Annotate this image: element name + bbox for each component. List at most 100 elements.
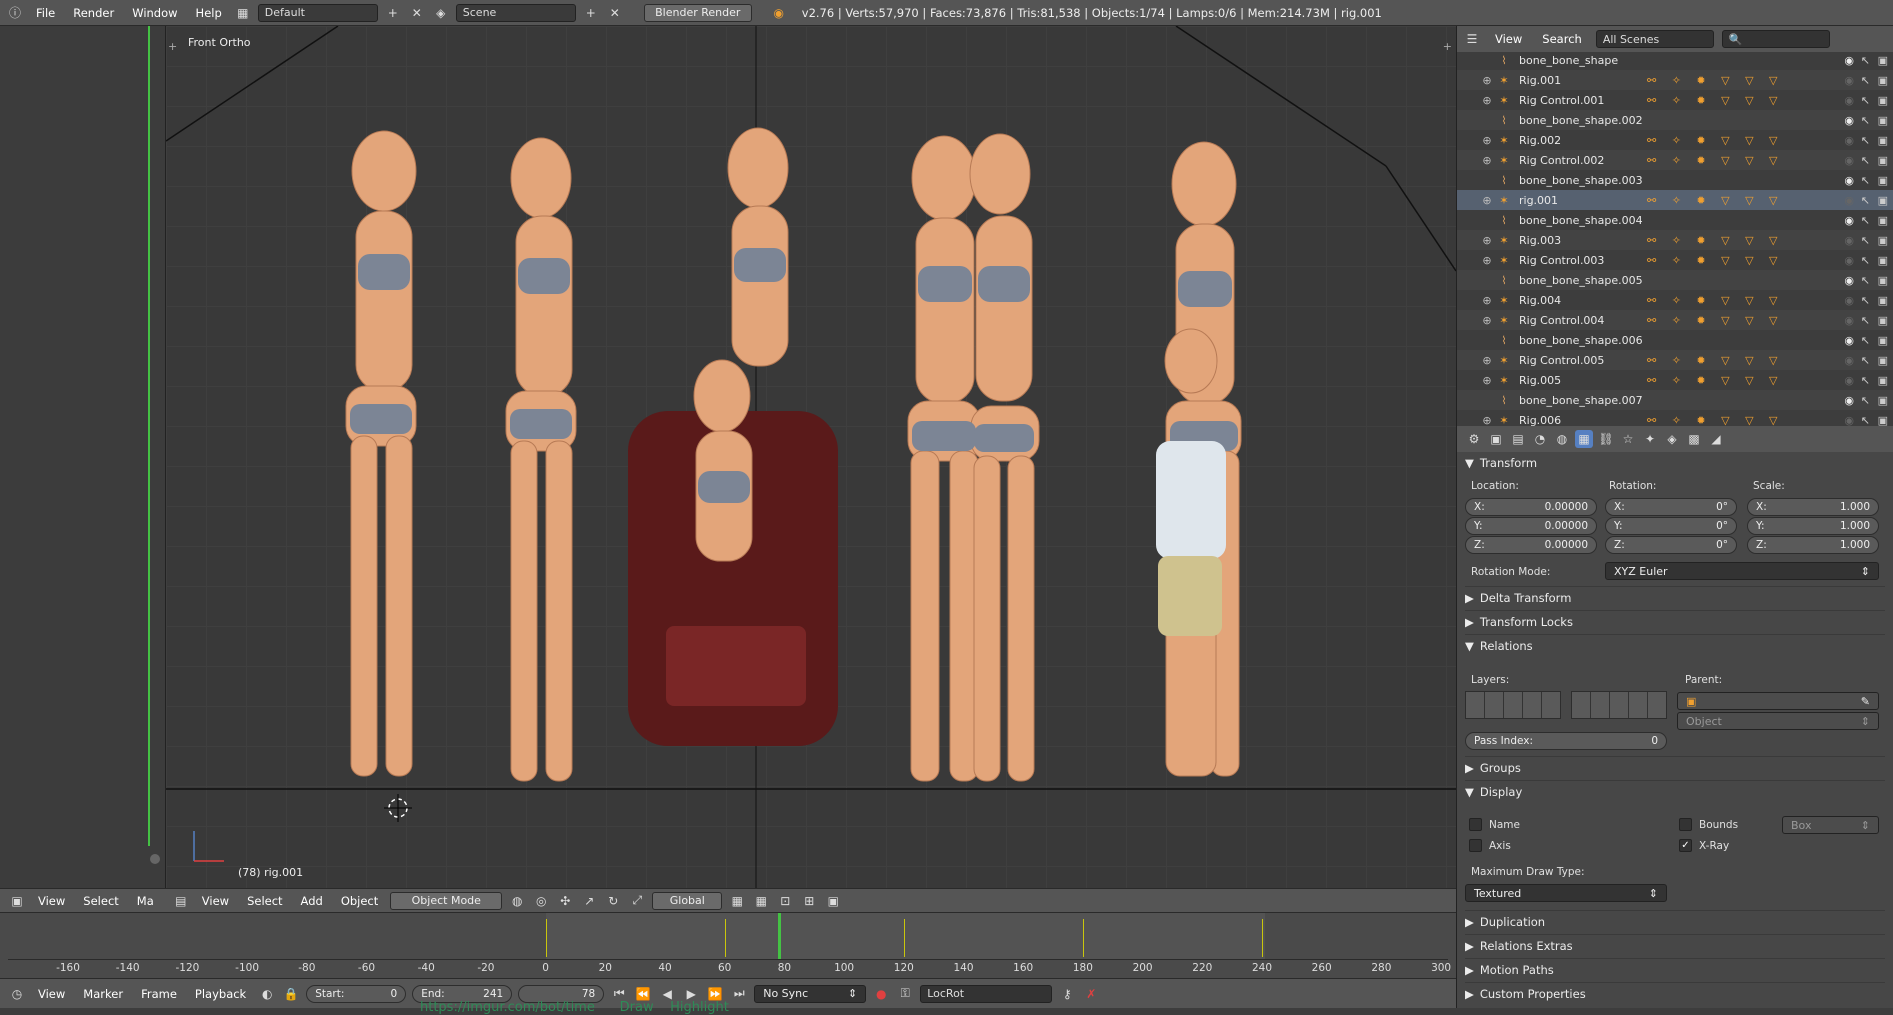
transform-section-header[interactable]: ▼ Transform bbox=[1465, 452, 1885, 474]
viewport-shading-icon[interactable]: ◍ bbox=[508, 892, 526, 910]
rotation-z-field[interactable]: Z: 0° bbox=[1605, 536, 1737, 554]
render-camera-icon[interactable]: ▣ bbox=[1878, 414, 1888, 427]
tl-menu-marker[interactable]: Marker bbox=[77, 987, 129, 1001]
timeline-editor-icon[interactable]: ◷ bbox=[8, 985, 26, 1003]
groups-section[interactable]: ▶ Groups bbox=[1465, 756, 1885, 778]
vp-menu-object[interactable]: Object bbox=[335, 894, 384, 908]
selectable-cursor-icon[interactable]: ↖ bbox=[1861, 214, 1870, 227]
texture-tab-icon[interactable]: ▩ bbox=[1685, 430, 1703, 448]
outliner-row[interactable]: ⌇ bone_bone_shape.002 ◉ ↖ ▣ bbox=[1457, 110, 1893, 130]
motion-paths-section[interactable]: ▶ Motion Paths bbox=[1465, 958, 1885, 980]
outliner-row[interactable]: ⌇ bone_bone_shape.005 ◉ ↖ ▣ bbox=[1457, 270, 1893, 290]
object-tab-icon[interactable]: ▦ bbox=[1575, 430, 1593, 448]
visibility-eye-icon[interactable]: ◉ bbox=[1844, 414, 1854, 427]
visibility-eye-icon[interactable]: ◉ bbox=[1844, 234, 1854, 247]
translate-icon[interactable]: ↗ bbox=[580, 892, 598, 910]
child-data-icons[interactable]: ⚯ ✧ ✹ ▽ ▽ ▽ bbox=[1647, 234, 1784, 247]
close-scene-icon[interactable]: ✕ bbox=[606, 4, 624, 22]
selectable-cursor-icon[interactable]: ↖ bbox=[1861, 194, 1870, 207]
tl-menu-frame[interactable]: Frame bbox=[135, 987, 183, 1001]
visibility-eye-icon[interactable]: ◉ bbox=[1844, 74, 1854, 87]
child-data-icons[interactable]: ⚯ ✧ ✹ ▽ ▽ ▽ bbox=[1647, 94, 1784, 107]
outliner-row[interactable]: ⊕ ✶ Rig Control.002 ⚯ ✧ ✹ ▽ ▽ ▽ ◉ ↖ ▣ bbox=[1457, 150, 1893, 170]
custom-properties-section[interactable]: ▶ Custom Properties bbox=[1465, 982, 1885, 1004]
location-x-field[interactable]: X: 0.00000 bbox=[1465, 498, 1597, 516]
selectable-cursor-icon[interactable]: ↖ bbox=[1861, 334, 1870, 347]
add-layout-icon[interactable]: + bbox=[384, 4, 402, 22]
outliner-menu-search[interactable]: Search bbox=[1536, 32, 1588, 46]
visibility-eye-icon[interactable]: ◉ bbox=[1844, 114, 1854, 127]
outliner-row[interactable]: ⌇ bone_bone_shape.006 ◉ ↖ ▣ bbox=[1457, 330, 1893, 350]
expand-icon[interactable]: ⊕ bbox=[1479, 374, 1495, 387]
render-camera-icon[interactable]: ▣ bbox=[1878, 374, 1888, 387]
physics-tab-icon[interactable]: ◢ bbox=[1707, 430, 1725, 448]
layers-grid-b[interactable] bbox=[1571, 691, 1667, 719]
display-section[interactable]: ▼ Display bbox=[1465, 780, 1885, 802]
delta-transform-section[interactable]: ▶ Delta Transform bbox=[1465, 586, 1885, 608]
menu-help[interactable]: Help bbox=[190, 6, 228, 20]
timeline[interactable]: -160 -140 -120 -100 -80 -60 -40 -20 0 20 40 60 80 100… bbox=[0, 912, 1456, 978]
axis-checkbox[interactable] bbox=[1469, 839, 1482, 852]
selectable-cursor-icon[interactable]: ↖ bbox=[1861, 74, 1870, 87]
render-camera-icon[interactable]: ▣ bbox=[1878, 174, 1888, 187]
record-icon[interactable]: ● bbox=[872, 985, 890, 1003]
outliner-search-input[interactable]: 🔍 bbox=[1721, 30, 1830, 48]
expand-icon[interactable]: ⊕ bbox=[1479, 314, 1495, 327]
world-tab-icon[interactable]: ◍ bbox=[1553, 430, 1571, 448]
outliner-row[interactable]: ⊕ ✶ Rig.005 ⚯ ✧ ✹ ▽ ▽ ▽ ◉ ↖ ▣ bbox=[1457, 370, 1893, 390]
render-camera-icon[interactable]: ▣ bbox=[1878, 254, 1888, 267]
visibility-eye-icon[interactable]: ◉ bbox=[1844, 94, 1854, 107]
bounds-type-dropdown[interactable]: Box ⇕ bbox=[1782, 816, 1879, 834]
bounds-checkbox[interactable] bbox=[1679, 818, 1692, 831]
outliner-row[interactable]: ⊕ ✶ Rig Control.005 ⚯ ✧ ✹ ▽ ▽ ▽ ◉ ↖ ▣ bbox=[1457, 350, 1893, 370]
manipulator-icon[interactable]: ✣ bbox=[556, 892, 574, 910]
expand-icon[interactable]: ⊕ bbox=[1479, 234, 1495, 247]
orientation-dropdown[interactable]: Global bbox=[652, 891, 723, 910]
expand-icon[interactable]: ⊕ bbox=[1479, 294, 1495, 307]
visibility-eye-icon[interactable]: ◉ bbox=[1844, 394, 1854, 407]
expand-toolshelf-icon[interactable]: + bbox=[168, 40, 177, 53]
tl-menu-view[interactable]: View bbox=[32, 987, 71, 1001]
visibility-eye-icon[interactable]: ◉ bbox=[1844, 354, 1854, 367]
vp-left-menu-view[interactable]: View bbox=[32, 894, 71, 908]
max-draw-dropdown[interactable]: Textured ⇕ bbox=[1465, 884, 1667, 902]
expand-icon[interactable]: ⊕ bbox=[1479, 74, 1495, 87]
expand-icon[interactable]: ⊕ bbox=[1479, 254, 1495, 267]
selectable-cursor-icon[interactable]: ↖ bbox=[1861, 254, 1870, 267]
parent-field[interactable]: ▣ ✎ bbox=[1677, 692, 1879, 710]
expand-icon[interactable]: ⊕ bbox=[1479, 134, 1495, 147]
outliner-row[interactable]: ⌇ bone_bone_shape.007 ◉ ↖ ▣ bbox=[1457, 390, 1893, 410]
selectable-cursor-icon[interactable]: ↖ bbox=[1861, 94, 1870, 107]
selectable-cursor-icon[interactable]: ↖ bbox=[1861, 234, 1870, 247]
menu-file[interactable]: File bbox=[30, 6, 61, 20]
visibility-eye-icon[interactable]: ◉ bbox=[1844, 174, 1854, 187]
vp-menu-view[interactable]: View bbox=[196, 894, 235, 908]
render-camera-icon[interactable]: ▣ bbox=[1878, 354, 1888, 367]
child-data-icons[interactable]: ⚯ ✧ ✹ ▽ ▽ ▽ bbox=[1647, 154, 1784, 167]
visibility-eye-icon[interactable]: ◉ bbox=[1844, 294, 1854, 307]
scene-tab-icon[interactable]: ◔ bbox=[1531, 430, 1549, 448]
location-z-field[interactable]: Z: 0.00000 bbox=[1465, 536, 1597, 554]
outliner-row[interactable]: ⊕ ✶ Rig.001 ⚯ ✧ ✹ ▽ ▽ ▽ ◉ ↖ ▣ bbox=[1457, 70, 1893, 90]
render-engine-dropdown[interactable]: Blender Render bbox=[643, 3, 752, 22]
outliner-row[interactable]: ⊕ ✶ Rig Control.001 ⚯ ✧ ✹ ▽ ▽ ▽ ◉ ↖ ▣ bbox=[1457, 90, 1893, 110]
expand-icon[interactable]: ⊕ bbox=[1479, 194, 1495, 207]
child-data-icons[interactable]: ⚯ ✧ ✹ ▽ ▽ ▽ bbox=[1647, 194, 1784, 207]
sync-dropdown[interactable]: No Sync ⇕ bbox=[754, 984, 867, 1003]
layers-icon-2[interactable]: ▦ bbox=[752, 892, 770, 910]
data-tab-icon[interactable]: ☆ bbox=[1619, 430, 1637, 448]
selectable-cursor-icon[interactable]: ↖ bbox=[1861, 374, 1870, 387]
expand-icon[interactable]: ⊕ bbox=[1479, 354, 1495, 367]
close-layout-icon[interactable]: ✕ bbox=[408, 4, 426, 22]
visibility-eye-icon[interactable]: ◉ bbox=[1844, 314, 1854, 327]
visibility-eye-icon[interactable]: ◉ bbox=[1844, 54, 1854, 67]
start-frame-field[interactable]: Start: 0 bbox=[306, 984, 407, 1003]
material-tab-icon[interactable]: ◈ bbox=[1663, 430, 1681, 448]
render-camera-icon[interactable]: ▣ bbox=[1878, 274, 1888, 287]
menu-render[interactable]: Render bbox=[67, 6, 120, 20]
parent-type-dropdown[interactable]: Object ⇕ bbox=[1677, 712, 1879, 730]
pivot-icon[interactable]: ◎ bbox=[532, 892, 550, 910]
outliner-row[interactable]: ⊕ ✶ Rig.006 ⚯ ✧ ✹ ▽ ▽ ▽ ◉ ↖ ▣ bbox=[1457, 410, 1893, 427]
visibility-eye-icon[interactable]: ◉ bbox=[1844, 214, 1854, 227]
outliner-row[interactable]: ⊕ ✶ Rig.002 ⚯ ✧ ✹ ▽ ▽ ▽ ◉ ↖ ▣ bbox=[1457, 130, 1893, 150]
